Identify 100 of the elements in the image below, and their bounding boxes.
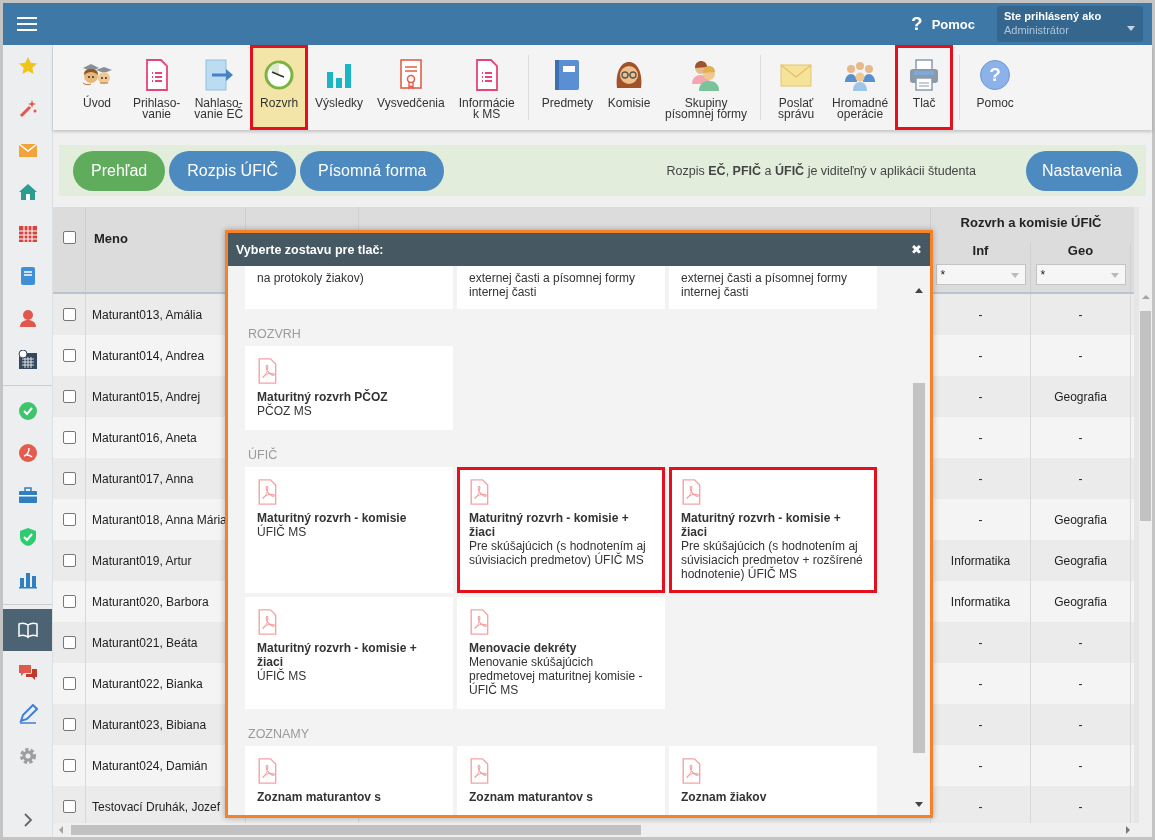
table-cell: -: [1078, 471, 1083, 486]
checkbox[interactable]: [62, 472, 76, 485]
report-card[interactable]: Maturitný rozvrh - komisie + žiaci Pre skúšajúcich (s hodnotením aj súvisiacich predmetov + rozšírené hodnotenie) ÚFIČ MS: [669, 467, 877, 593]
table-cell-text: Maturant022, Bianka: [91, 676, 203, 691]
table-cell: -: [978, 758, 983, 773]
briefcase-icon: [17, 485, 38, 505]
checkbox[interactable]: [62, 308, 76, 321]
pdf-file-icon: [469, 479, 489, 505]
table-cell: -: [1078, 430, 1083, 445]
table-cell-text: Maturant013, Amália: [91, 307, 203, 322]
column-header[interactable]: Geo: [1067, 243, 1094, 258]
checkbox[interactable]: [62, 390, 76, 403]
report-card[interactable]: Maturitný rozvrh PČOZ PČOZ MS: [245, 346, 453, 430]
table-cell: -: [1078, 758, 1083, 773]
horizontal-scrollbar[interactable]: [53, 823, 1152, 837]
close-button[interactable]: ✖: [911, 242, 922, 257]
help-link[interactable]: ? Pomoc: [911, 13, 975, 35]
table-cell: -: [978, 471, 983, 486]
user-dropdown[interactable]: Ste prihlásený ako Administrátor: [997, 6, 1143, 42]
table-cell: -: [978, 512, 983, 527]
toolbar-button[interactable]: Nahlaso- vanie EČ: [187, 45, 251, 130]
toolbar-button[interactable]: Rozvrh: [250, 45, 309, 130]
chevron-right-icon[interactable]: [22, 813, 33, 827]
document-badge-icon: [17, 443, 38, 463]
checkbox[interactable]: [62, 759, 76, 772]
toolbar-button[interactable]: Informácie k MS: [451, 45, 522, 130]
report-card[interactable]: Zoznam maturantov s: [245, 746, 453, 815]
table-cell: Informatika: [950, 594, 1011, 609]
house-icon: [17, 182, 38, 202]
star-icon: [17, 56, 38, 76]
toolbar-button[interactable]: Hromadné operácie: [825, 45, 896, 130]
help-icon: ?: [980, 60, 1011, 90]
section-heading: ÚFIČ: [248, 448, 279, 462]
table-cell: -: [1078, 348, 1083, 363]
report-card[interactable]: externej časti a písomnej formy internej časti: [457, 266, 665, 309]
checkbox[interactable]: [62, 718, 76, 731]
table-cell: -: [978, 307, 983, 322]
open-book-icon: [17, 620, 38, 640]
table-cell: Geografia: [1054, 389, 1107, 404]
report-card[interactable]: Maturitný rozvrh - komisie ÚFIČ MS: [245, 467, 453, 593]
report-card[interactable]: externej časti a písomnej formy internej časti: [669, 266, 877, 309]
checkbox[interactable]: [62, 677, 76, 690]
tab-button[interactable]: Písomná forma: [299, 150, 445, 191]
checkbox[interactable]: [62, 349, 76, 362]
user-icon: [17, 308, 38, 328]
report-card[interactable]: Zoznam maturantov s: [457, 746, 665, 815]
table-cell: -: [1078, 676, 1083, 691]
report-card[interactable]: Maturitný rozvrh - komisie + žiaci Pre skúšajúcich (s hodnotením aj súvisiacich predmetov) ÚFIČ MS: [457, 467, 665, 593]
toolbar-button[interactable]: ? Pomoc: [966, 45, 1025, 130]
checkbox[interactable]: [62, 636, 76, 649]
pdf-file-icon: [469, 609, 489, 635]
table-cell-text: Maturant024, Damián: [91, 758, 208, 773]
table-cell-text: Maturant019, Artur: [91, 553, 192, 568]
toolbar-button[interactable]: Výsledky: [308, 45, 371, 130]
toolbar-button[interactable]: Komisie: [600, 45, 659, 130]
settings-button[interactable]: Nastavenia: [1025, 150, 1138, 191]
pdf-file-icon: [681, 758, 701, 784]
pdf-file-icon: [469, 758, 489, 784]
checkbox[interactable]: [62, 431, 76, 444]
checkbox[interactable]: [62, 554, 76, 567]
pdf-file-icon: [257, 358, 277, 384]
shield-check-icon: [17, 527, 38, 547]
section-heading: ZOZNAMY: [248, 727, 311, 741]
column-header[interactable]: Inf: [972, 243, 989, 258]
table-cell: Geografia: [1054, 553, 1107, 568]
toolbar-button[interactable]: Vysvedčenia: [370, 45, 452, 130]
table-cell: -: [978, 635, 983, 650]
table-cell-text: Maturant020, Barbora: [91, 594, 209, 609]
pdf-file-icon: [257, 758, 277, 784]
table-cell: -: [1078, 307, 1083, 322]
visibility-note: Rozpis EČ, PFIČ a ÚFIČ je viditeľný v aplikácii študenta: [665, 163, 976, 178]
table-cell: Geografia: [1054, 512, 1107, 527]
checkbox[interactable]: [62, 513, 76, 526]
menu-icon[interactable]: [17, 16, 37, 32]
tab-button[interactable]: Rozpis ÚFIČ: [169, 150, 296, 191]
check-badge-icon: [17, 401, 38, 421]
report-card[interactable]: Zoznam žiakov: [669, 746, 877, 815]
report-card[interactable]: Maturitný rozvrh - komisie + žiaci ÚFIČ MS: [245, 597, 453, 709]
toolbar-button[interactable]: Prihlaso- vanie: [126, 45, 188, 130]
report-card[interactable]: Menovacie dekréty Menovanie skúšajúcich predmetovej maturitnej komisie - ÚFIČ MS: [457, 597, 665, 709]
filter-dropdown[interactable]: *: [935, 264, 1026, 285]
checkbox[interactable]: [62, 800, 76, 813]
table-cell: -: [978, 430, 983, 445]
table-cell: Informatika: [950, 553, 1011, 568]
pdf-file-icon: [681, 479, 701, 505]
toolbar-button[interactable]: Úvod: [68, 45, 126, 130]
toolbar-button[interactable]: Tlač: [895, 45, 954, 130]
sidebar-item[interactable]: [3, 609, 52, 651]
toolbar-button[interactable]: Poslať správu: [767, 45, 826, 130]
checkbox[interactable]: [62, 595, 76, 608]
filter-dropdown[interactable]: *: [1035, 264, 1126, 285]
report-card[interactable]: na protokoly žiakov): [245, 266, 453, 309]
checkbox[interactable]: [62, 231, 76, 244]
settings-icon: [17, 746, 38, 766]
toolbar-button[interactable]: Skupiny písomnej formy: [658, 45, 755, 130]
chat-icon: [17, 662, 38, 682]
table-cell: -: [978, 717, 983, 732]
toolbar-button[interactable]: Predmety: [534, 45, 601, 130]
grid-calendar-icon: [17, 224, 38, 244]
pen-icon: [17, 704, 38, 724]
